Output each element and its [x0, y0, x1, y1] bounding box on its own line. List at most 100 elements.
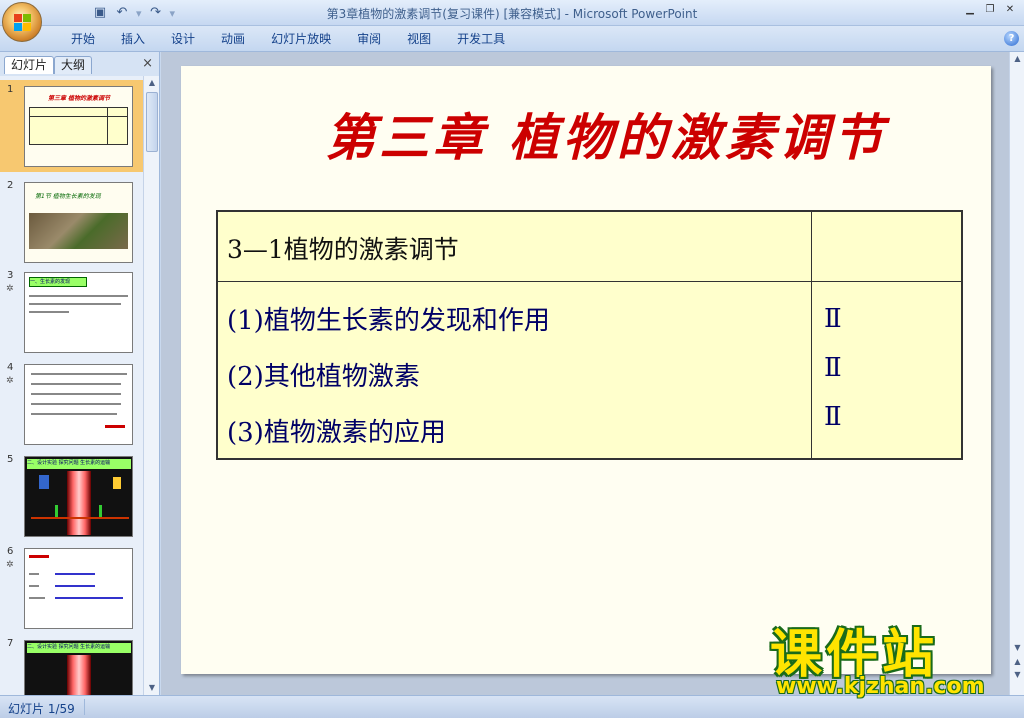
- thumb-title: 二、设计实验 探究问题 生长素的运输: [27, 643, 131, 653]
- restore-icon[interactable]: ❐: [982, 3, 998, 17]
- ribbon: 开始 插入 设计 动画 幻灯片放映 审阅 视图 开发工具 ?: [0, 26, 1024, 52]
- thumbnail-row-7[interactable]: 7 二、设计实验 探究问题 生长素的运输: [0, 634, 143, 695]
- animation-icon: ✲: [6, 560, 14, 570]
- scroll-down-icon[interactable]: ▼: [1010, 641, 1024, 654]
- thumb-plant: [55, 505, 58, 517]
- thumb-text-line: [29, 585, 39, 587]
- thumb-title: 第三章 植物的激素调节: [47, 95, 111, 102]
- title-bar: ▣ ↶ ▾ ↷ ▾ 第3章植物的激素调节(复习课件) [兼容模式] - Micr…: [0, 0, 1024, 26]
- thumbnail-row-3[interactable]: 3 ✲ 一、生长素的发现: [0, 266, 143, 353]
- slide-number: 6: [7, 546, 14, 557]
- pane-tabs: 幻灯片 大纲: [2, 54, 158, 74]
- tab-developer[interactable]: 开发工具: [444, 30, 518, 48]
- tab-view[interactable]: 视图: [394, 30, 444, 48]
- table-column-divider: [811, 212, 812, 458]
- slide-number: 2: [7, 180, 14, 191]
- previous-slide-icon[interactable]: ▲: [1010, 655, 1024, 668]
- slide-thumbnail-4[interactable]: [24, 364, 133, 445]
- table-item-level[interactable]: Ⅱ: [824, 353, 842, 383]
- tab-outline[interactable]: 大纲: [54, 56, 93, 74]
- next-slide-icon[interactable]: ▼: [1010, 668, 1024, 681]
- table-item[interactable]: (3)植物激素的应用: [227, 412, 446, 449]
- thumbnail-row-4[interactable]: 4 ✲: [0, 358, 143, 445]
- thumb-block: [113, 477, 121, 489]
- current-slide[interactable]: 第三章 植物的激素调节 3—1植物的激素调节 (1)植物生长素的发现和作用 (2…: [181, 66, 991, 674]
- watermark-url: www.kjzhan.com: [776, 674, 985, 699]
- slide-number: 5: [7, 454, 14, 465]
- office-button[interactable]: [2, 2, 42, 42]
- thumb-text-line: [31, 403, 121, 405]
- tab-review[interactable]: 审阅: [344, 30, 394, 48]
- slide-thumbnail-5[interactable]: 二、设计实验 探究问题 生长素的运输: [24, 456, 133, 537]
- thumb-text-line: [29, 295, 128, 297]
- animation-icon: ✲: [6, 284, 14, 294]
- thumb-table-line: [29, 116, 128, 117]
- thumb-ground: [31, 517, 129, 519]
- slide-title[interactable]: 第三章 植物的激素调节: [291, 98, 921, 170]
- thumb-light-beam: [67, 471, 91, 535]
- tab-slides[interactable]: 幻灯片: [4, 56, 55, 74]
- slide-thumbnail-3[interactable]: 一、生长素的发现: [24, 272, 133, 353]
- slide-number: 1: [7, 84, 14, 95]
- thumb-table: [29, 107, 128, 145]
- slide-counter: 幻灯片 1/59: [8, 702, 75, 716]
- table-header-cell[interactable]: 3—1植物的激素调节: [227, 230, 459, 266]
- thumbnail-row-1[interactable]: 1 第三章 植物的激素调节: [0, 80, 143, 172]
- table-item-level[interactable]: Ⅱ: [824, 304, 842, 334]
- thumb-text-line: [31, 373, 127, 375]
- office-logo-icon: [14, 14, 32, 32]
- thumb-title: 一、生长素的发现: [29, 277, 87, 287]
- thumbnail-row-5[interactable]: 5 二、设计实验 探究问题 生长素的运输: [0, 450, 143, 537]
- thumb-table-vline: [107, 107, 108, 145]
- watermark: 课件站 www.kjzhan.com: [770, 612, 1010, 702]
- slide-thumbnail-1[interactable]: 第三章 植物的激素调节: [24, 86, 133, 167]
- ribbon-tabs: 开始 插入 设计 动画 幻灯片放映 审阅 视图 开发工具: [58, 30, 518, 48]
- close-icon[interactable]: ✕: [1002, 3, 1018, 17]
- thumb-text-line: [29, 311, 69, 313]
- tab-design[interactable]: 设计: [158, 30, 208, 48]
- thumb-text-line: [29, 573, 39, 575]
- minimize-icon[interactable]: ▁: [962, 3, 978, 17]
- animation-icon: ✲: [6, 376, 14, 386]
- scroll-down-icon[interactable]: ▼: [144, 681, 160, 695]
- thumb-heading: [29, 555, 49, 558]
- table-item-level[interactable]: Ⅱ: [824, 402, 842, 432]
- window-title: 第3章植物的激素调节(复习课件) [兼容模式] - Microsoft Powe…: [326, 7, 698, 21]
- thumbnail-row-6[interactable]: 6 ✲: [0, 542, 143, 629]
- slides-pane: 幻灯片 大纲 × 1 第三章 植物的激素调节 2 第1节 植物生长素的发现 3 …: [0, 52, 160, 695]
- thumb-text-line: [29, 303, 121, 305]
- tab-insert[interactable]: 插入: [108, 30, 158, 48]
- slide-number: 4: [7, 362, 14, 373]
- thumb-title: 第1节 植物生长素的发现: [35, 193, 101, 200]
- window-controls: ▁ ❐ ✕: [962, 3, 1018, 17]
- thumb-text-line: [55, 597, 123, 599]
- help-icon[interactable]: ?: [1004, 31, 1019, 46]
- slide-thumbnail-2[interactable]: 第1节 植物生长素的发现: [24, 182, 133, 263]
- thumb-text-line: [31, 413, 117, 415]
- slide-thumbnail-6[interactable]: [24, 548, 133, 629]
- thumbnail-row-2[interactable]: 2 第1节 植物生长素的发现: [0, 176, 143, 263]
- content-table[interactable]: 3—1植物的激素调节 (1)植物生长素的发现和作用 (2)其他植物激素 (3)植…: [216, 210, 963, 460]
- close-pane-icon[interactable]: ×: [142, 56, 153, 71]
- slide-number: 7: [7, 638, 14, 649]
- thumb-plant: [99, 505, 102, 517]
- thumb-text-line: [55, 573, 95, 575]
- tab-home[interactable]: 开始: [58, 30, 108, 48]
- thumb-title: 二、设计实验 探究问题 生长素的运输: [27, 459, 131, 469]
- pane-scrollbar[interactable]: ▲ ▼: [143, 76, 159, 695]
- thumb-text-line: [55, 585, 95, 587]
- thumbnail-list[interactable]: 1 第三章 植物的激素调节 2 第1节 植物生长素的发现 3 ✲ 一、生长素的发…: [0, 76, 143, 695]
- scroll-up-icon[interactable]: ▲: [144, 76, 160, 90]
- thumb-light-beam: [67, 655, 91, 695]
- slide-thumbnail-7[interactable]: 二、设计实验 探究问题 生长素的运输: [24, 640, 133, 695]
- scrollbar-thumb[interactable]: [146, 92, 158, 152]
- thumb-block: [39, 475, 49, 489]
- tab-animations[interactable]: 动画: [208, 30, 258, 48]
- scroll-up-icon[interactable]: ▲: [1010, 52, 1024, 65]
- table-row-divider: [218, 281, 961, 282]
- thumb-text-line: [29, 597, 45, 599]
- tab-slideshow[interactable]: 幻灯片放映: [258, 30, 344, 48]
- editor-scrollbar[interactable]: ▲ ▼ ▲ ▼: [1009, 52, 1024, 695]
- table-item[interactable]: (2)其他植物激素: [227, 356, 420, 393]
- table-item[interactable]: (1)植物生长素的发现和作用: [227, 300, 550, 337]
